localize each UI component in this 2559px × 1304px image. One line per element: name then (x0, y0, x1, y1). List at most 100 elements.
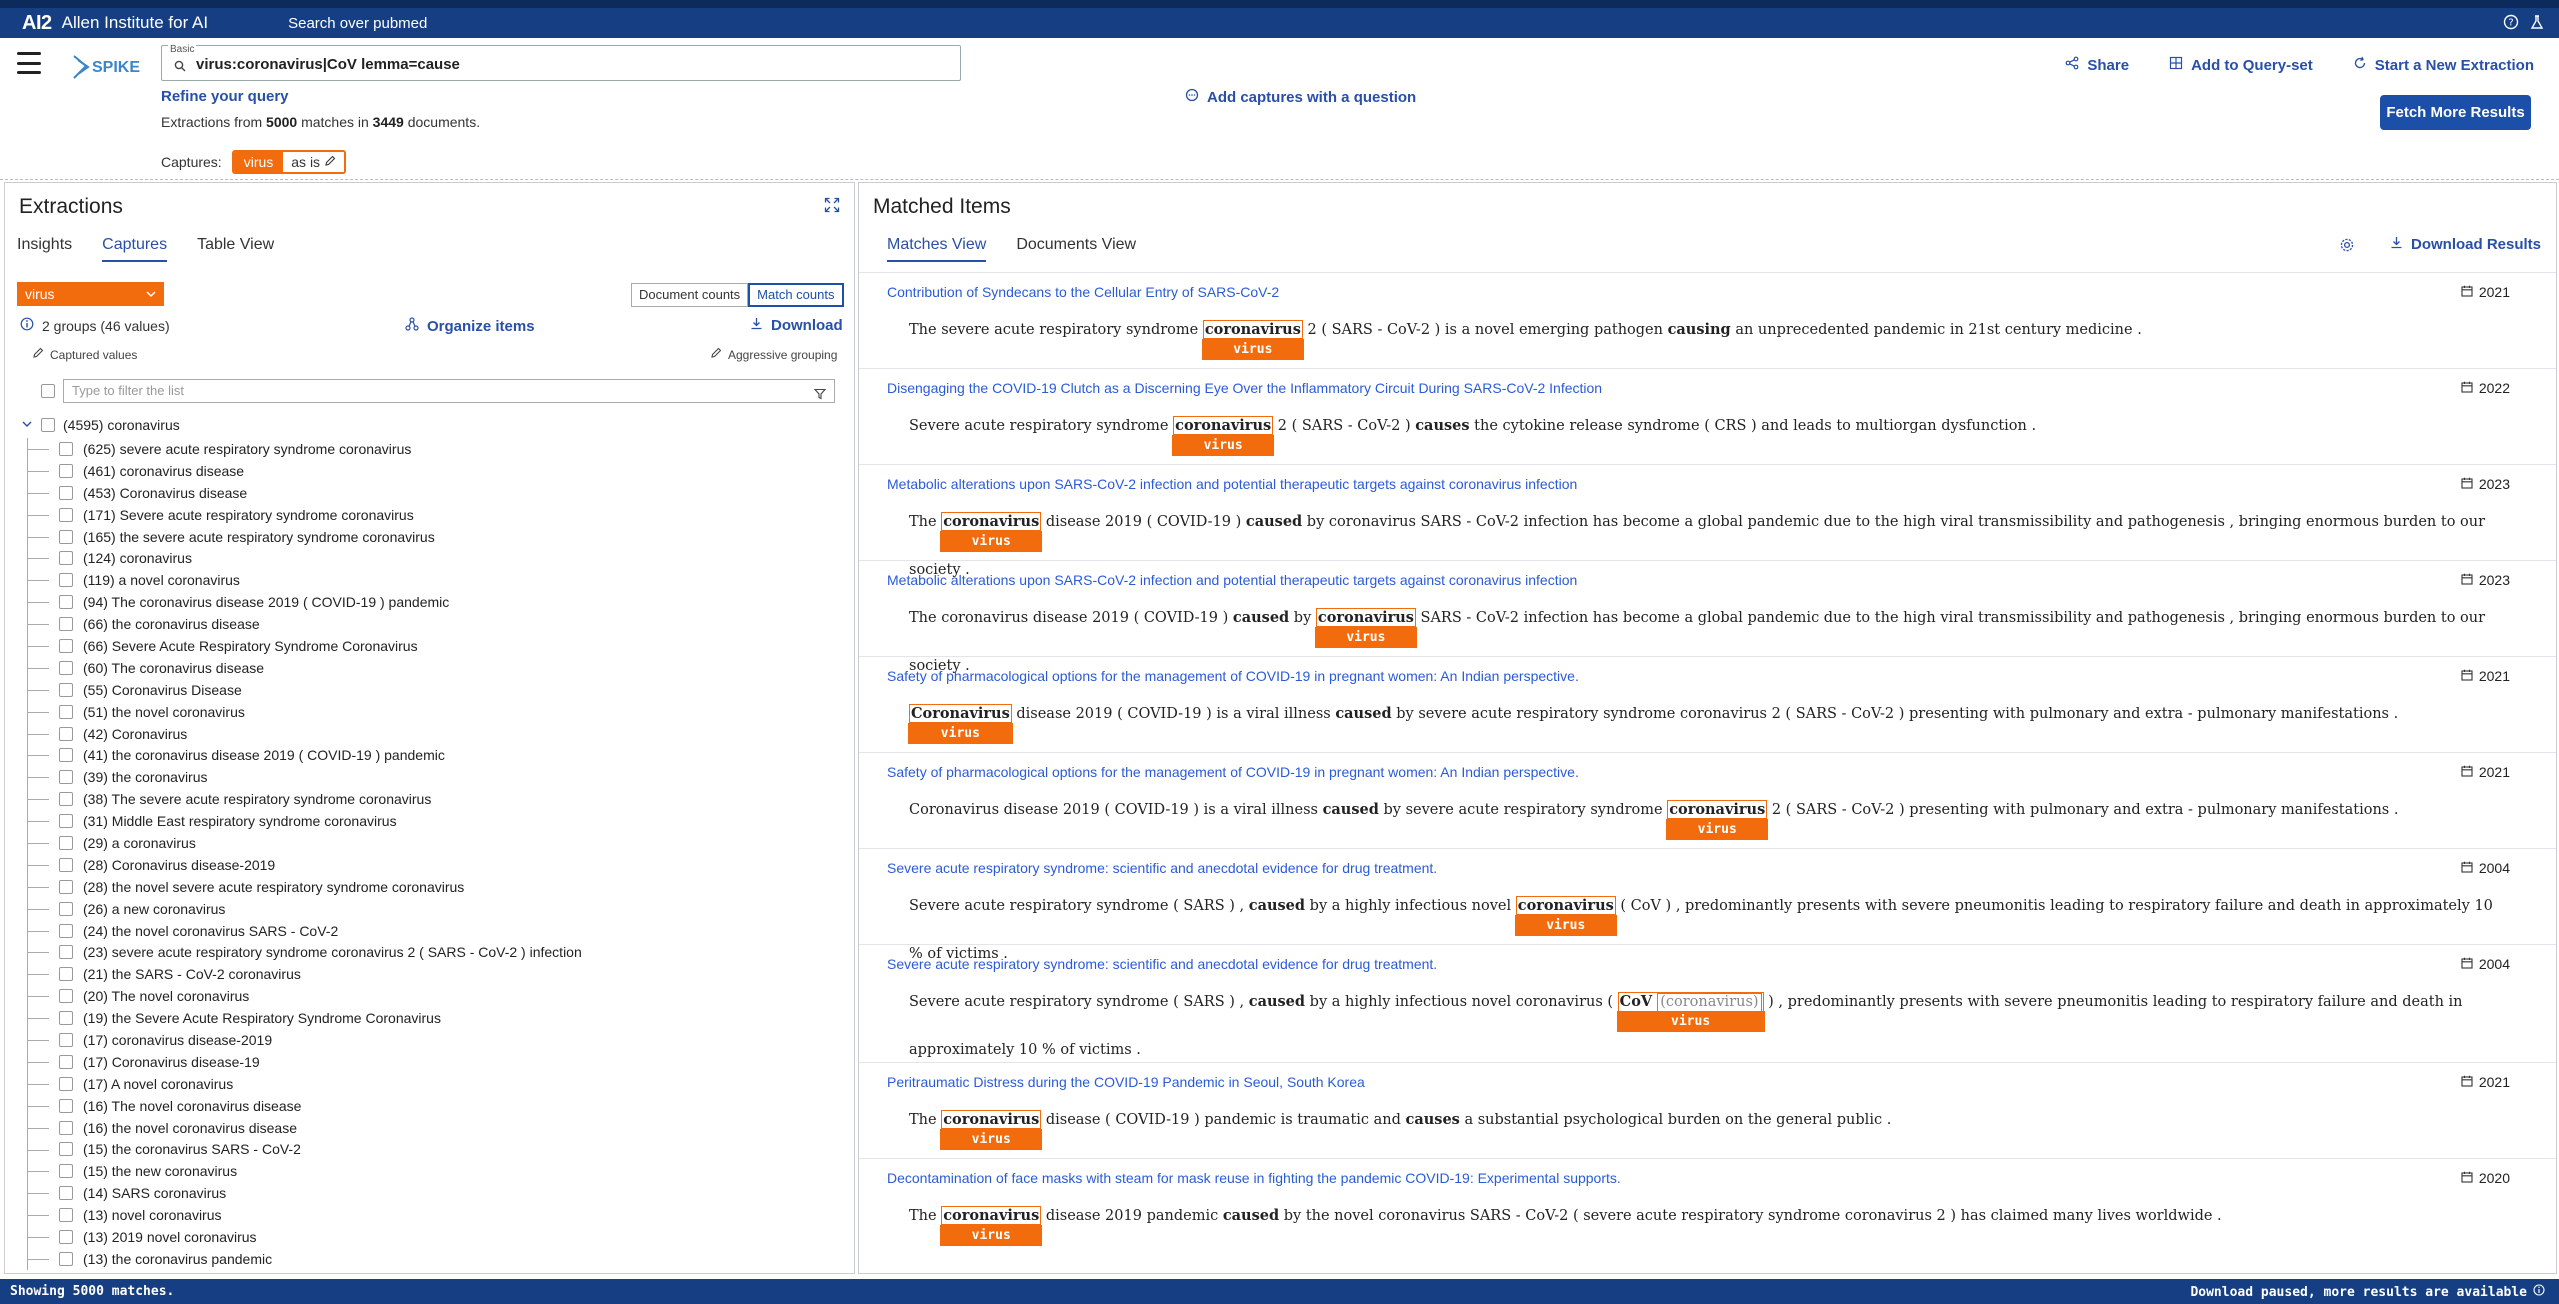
tree-item[interactable]: (31) Middle East respiratory syndrome co… (21, 810, 841, 833)
tree-item-checkbox[interactable] (59, 835, 73, 850)
tree-item-checkbox[interactable] (59, 529, 73, 544)
add-captures-button[interactable]: Add captures with a question (1185, 88, 1416, 106)
tree-item[interactable]: (124) coronavirus (21, 547, 841, 570)
tree-item[interactable]: (15) the coronavirus SARS - CoV-2 (21, 1138, 841, 1161)
match-title-link[interactable]: Disengaging the COVID-19 Clutch as a Dis… (887, 380, 1602, 396)
fetch-more-results-button[interactable]: Fetch More Results (2380, 95, 2531, 130)
tree-item[interactable]: (16) the novel coronavirus disease (21, 1116, 841, 1139)
tree-item-checkbox[interactable] (59, 1230, 73, 1244)
share-button[interactable]: Share (2065, 56, 2129, 74)
tree-item-checkbox[interactable] (59, 726, 73, 741)
gear-icon[interactable] (2339, 237, 2355, 258)
captured-span[interactable]: coronavirus virus (940, 1206, 1043, 1246)
aggressive-grouping-toggle[interactable]: Aggressive grouping (710, 347, 837, 362)
tree-item[interactable]: (17) Coronavirus disease-19 (21, 1050, 841, 1073)
match-title-link[interactable]: Peritraumatic Distress during the COVID-… (887, 1074, 1365, 1090)
tree-item[interactable]: (17) A novel coronavirus (21, 1072, 841, 1095)
tree-item-checkbox[interactable] (59, 485, 73, 500)
tree-item-checkbox[interactable] (59, 441, 73, 456)
tab-insights[interactable]: Insights (17, 236, 72, 262)
tree-item[interactable]: (119) a novel coronavirus (21, 569, 841, 592)
tree-item-checkbox[interactable] (59, 1054, 73, 1069)
info-icon[interactable] (20, 317, 34, 334)
match-title-link[interactable]: Decontamination of face masks with steam… (887, 1170, 1621, 1186)
tree-item-checkbox[interactable] (59, 1164, 73, 1179)
tree-item[interactable]: (13) novel coronavirus (21, 1204, 841, 1227)
tree-item[interactable]: (461) coronavirus disease (21, 459, 841, 482)
tree-item[interactable]: (453) Coronavirus disease (21, 481, 841, 504)
match-title-link[interactable]: Safety of pharmacological options for th… (887, 668, 1579, 684)
tree-item[interactable]: (29) a coronavirus (21, 832, 841, 854)
query-text[interactable]: virus:coronavirus|CoV lemma=cause (196, 56, 460, 73)
capture-mode[interactable]: as is (283, 152, 345, 172)
tree-item[interactable]: (19) the Severe Acute Respiratory Syndro… (21, 1007, 841, 1030)
tree-item-checkbox[interactable] (59, 967, 73, 982)
tree-item-checkbox[interactable] (59, 1251, 73, 1266)
tree-item[interactable]: (66) the coronavirus disease (21, 613, 841, 636)
captured-span[interactable]: CoV (coronavirus) virus (1616, 992, 1765, 1032)
tree-item-checkbox[interactable] (59, 879, 73, 894)
match-title-link[interactable]: Metabolic alterations upon SARS-CoV-2 in… (887, 572, 1577, 588)
tree-item-checkbox[interactable] (59, 1142, 73, 1157)
tree-item-checkbox[interactable] (59, 814, 73, 829)
match-title-link[interactable]: Contribution of Syndecans to the Cellula… (887, 284, 1279, 300)
match-title-link[interactable]: Safety of pharmacological options for th… (887, 764, 1579, 780)
tree-item[interactable]: (42) Coronavirus (21, 722, 841, 745)
tree-item[interactable]: (26) a new coronavirus (21, 897, 841, 920)
info-icon[interactable] (2533, 1284, 2545, 1300)
captured-span[interactable]: coronavirus virus (1666, 800, 1769, 840)
capture-pill[interactable]: virus as is (231, 150, 347, 174)
tree-item-checkbox[interactable] (59, 1208, 73, 1223)
tree-item[interactable]: (13) the coronavirus pandemic (21, 1247, 841, 1270)
download-captures-button[interactable]: Download (750, 317, 843, 334)
tab-documents-view[interactable]: Documents View (1016, 236, 1136, 262)
tree-item-checkbox[interactable] (59, 463, 73, 478)
tree-item-checkbox[interactable] (59, 704, 73, 719)
filter-icon[interactable] (813, 385, 827, 407)
tree-item[interactable]: (41) the coronavirus disease 2019 ( COVI… (21, 744, 841, 767)
captured-values-toggle[interactable]: Captured values (32, 347, 137, 362)
tree-item-checkbox[interactable] (59, 507, 73, 522)
tree-item-checkbox[interactable] (59, 748, 73, 763)
tree-item[interactable]: (28) Coronavirus disease-2019 (21, 853, 841, 876)
tree-item[interactable]: (165) the severe acute respiratory syndr… (21, 525, 841, 548)
tree-item[interactable]: (94) The coronavirus disease 2019 ( COVI… (21, 591, 841, 614)
tree-item[interactable]: (23) severe acute respiratory syndrome c… (21, 941, 841, 964)
tree-item-checkbox[interactable] (59, 945, 73, 960)
new-extraction-button[interactable]: Start a New Extraction (2353, 56, 2534, 74)
tree-item[interactable]: (20) The novel coronavirus (21, 985, 841, 1008)
tree-item-checkbox[interactable] (59, 923, 73, 938)
match-title-link[interactable]: Metabolic alterations upon SARS-CoV-2 in… (887, 476, 1577, 492)
help-icon[interactable]: ? (2503, 14, 2519, 34)
download-results-button[interactable]: Download Results (2390, 236, 2541, 253)
match-counts-button[interactable]: Match counts (748, 283, 844, 307)
tree-item-checkbox[interactable] (59, 595, 73, 610)
menu-icon[interactable] (17, 52, 41, 74)
chevron-down-icon[interactable] (21, 417, 33, 433)
tree-item-checkbox[interactable] (59, 1120, 73, 1135)
capture-name[interactable]: virus (233, 152, 284, 172)
captured-span[interactable]: Coronavirus virus (908, 704, 1013, 744)
tree-item-checkbox[interactable] (59, 573, 73, 588)
tree-item[interactable]: (171) Severe acute respiratory syndrome … (21, 503, 841, 526)
tab-matches-view[interactable]: Matches View (887, 236, 987, 262)
tab-table-view[interactable]: Table View (197, 236, 274, 262)
tree-item[interactable]: (15) the new coronavirus (21, 1160, 841, 1183)
tree-item-checkbox[interactable] (59, 857, 73, 872)
tree-item[interactable]: (38) The severe acute respiratory syndro… (21, 788, 841, 811)
tree-item[interactable]: (55) Coronavirus Disease (21, 678, 841, 701)
search-over-label[interactable]: Search over pubmed (288, 15, 427, 32)
ai2-logo[interactable]: AI2 (22, 12, 52, 35)
tree-item-checkbox[interactable] (59, 1032, 73, 1047)
capture-select[interactable]: virus (17, 282, 164, 306)
captured-span[interactable]: coronavirus virus (1201, 320, 1304, 360)
tree-item[interactable]: (66) Severe Acute Respiratory Syndrome C… (21, 635, 841, 657)
tree-item-checkbox[interactable] (59, 770, 73, 785)
tree-item-checkbox[interactable] (59, 1011, 73, 1026)
add-to-query-set-button[interactable]: Add to Query-set (2169, 56, 2313, 74)
select-all-checkbox[interactable] (41, 384, 55, 398)
spike-logo[interactable]: SPIKE (72, 50, 146, 84)
expand-icon[interactable] (824, 197, 840, 218)
tree-item[interactable]: (24) the novel coronavirus SARS - CoV-2 (21, 919, 841, 942)
tree-item[interactable]: (39) the coronavirus (21, 766, 841, 789)
